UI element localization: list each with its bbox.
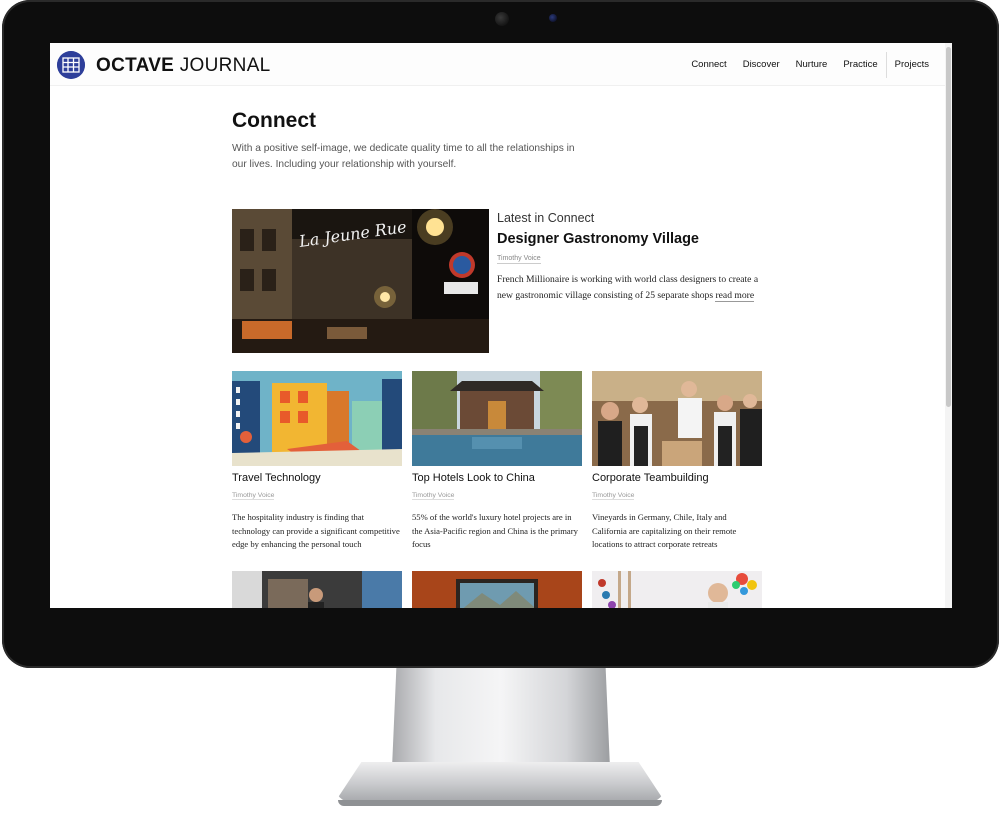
read-more-link[interactable]: read more — [715, 289, 755, 302]
screen: OCTAVE JOURNAL Connect Discover Nurture … — [50, 43, 952, 608]
nav-nurture[interactable]: Nurture — [788, 59, 836, 70]
monitor-stand-edge — [338, 800, 662, 806]
feature-kicker: Latest in Connect — [497, 211, 595, 225]
card-description: 55% of the world's luxury hotel projects… — [412, 512, 578, 550]
scrollbar-thumb[interactable] — [946, 47, 951, 407]
site-header: OCTAVE JOURNAL Connect Discover Nurture … — [50, 43, 945, 86]
feature-author[interactable]: Timothy Voice — [497, 255, 541, 264]
card-author[interactable]: Timothy Voice — [232, 492, 275, 500]
card-image-corporate-teambuilding[interactable] — [592, 371, 762, 466]
nav-discover[interactable]: Discover — [735, 59, 788, 70]
card-title[interactable]: Corporate Teambuilding — [592, 472, 762, 484]
card-description: The hospitality industry is finding that… — [232, 512, 400, 550]
nav-practice[interactable]: Practice — [835, 59, 885, 70]
site-brand[interactable]: OCTAVE JOURNAL — [96, 55, 271, 77]
main-nav: Connect Discover Nurture Practice Projec… — [683, 43, 937, 86]
card-image-row2-1[interactable] — [232, 571, 402, 608]
nav-projects[interactable]: Projects — [887, 59, 937, 70]
logo-icon[interactable] — [57, 51, 85, 79]
card-title[interactable]: Top Hotels Look to China — [412, 472, 582, 484]
brand-name-bold: OCTAVE — [96, 55, 175, 76]
card-description: Vineyards in Germany, Chile, Italy and C… — [592, 512, 737, 550]
article-card[interactable]: Top Hotels Look to China Timothy Voice 5… — [412, 371, 582, 552]
card-image-top-hotels[interactable] — [412, 371, 582, 466]
webcam-icon — [495, 12, 509, 26]
card-image-row2-2[interactable] — [412, 571, 582, 608]
card-author[interactable]: Timothy Voice — [592, 492, 635, 500]
monitor-bezel: OCTAVE JOURNAL Connect Discover Nurture … — [2, 0, 999, 668]
page-title: Connect — [232, 109, 316, 132]
light-sensor-icon — [549, 14, 557, 22]
card-author[interactable]: Timothy Voice — [412, 492, 455, 500]
nav-connect[interactable]: Connect — [683, 59, 734, 70]
brand-name-light: JOURNAL — [179, 55, 271, 76]
monitor-stand-base — [335, 762, 665, 802]
card-image-travel-technology[interactable] — [232, 371, 402, 466]
feature-image[interactable]: La Jeune Rue — [232, 209, 489, 353]
feature-body: French Millionaire is working with world… — [497, 272, 769, 303]
article-card[interactable]: Corporate Teambuilding Timothy Voice Vin… — [592, 371, 762, 552]
monitor-stand-neck — [392, 668, 610, 768]
feature-title[interactable]: Designer Gastronomy Village — [497, 231, 699, 247]
card-title[interactable]: Travel Technology — [232, 472, 402, 484]
page-intro: With a positive self-image, we dedicate … — [232, 143, 575, 170]
vertical-scrollbar[interactable] — [945, 43, 952, 608]
card-image-row2-3[interactable] — [592, 571, 762, 608]
article-card[interactable]: Travel Technology Timothy Voice The hosp… — [232, 371, 402, 552]
